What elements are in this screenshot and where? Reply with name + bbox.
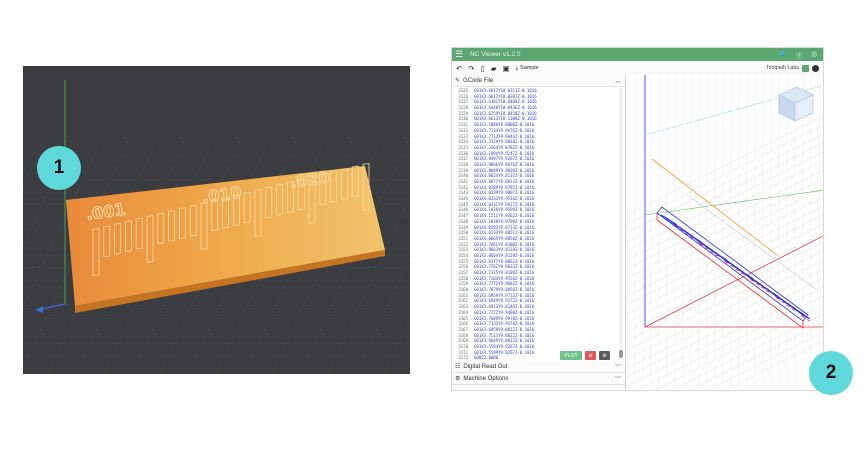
brand-logo-icon <box>802 64 809 72</box>
code-lines[interactable]: G01X3.6617Y10.0313Z-0.1016 G01X3.6613Y10.… <box>470 87 625 361</box>
machine-panel-title: Machine Options <box>463 375 509 382</box>
plot-button[interactable]: PLOT <box>560 351 582 360</box>
cut-segment <box>806 319 811 322</box>
twitter-icon[interactable]: 🐦 <box>779 50 787 60</box>
dro-panel-header[interactable]: ☷ Digital Read Out ﹀ <box>452 361 625 373</box>
grid-line <box>627 268 823 369</box>
left-3d-render: .001 .010 .020 <box>23 66 410 374</box>
grid-line <box>627 178 823 279</box>
redo-icon[interactable]: ↷ <box>468 64 474 73</box>
sample-label: Sample <box>520 65 539 71</box>
x-axis-line <box>644 235 823 328</box>
settings-button[interactable]: ⚙ <box>599 351 610 360</box>
gear-icon: ⚙ <box>455 376 461 382</box>
save-icon[interactable]: ▣ <box>503 64 510 73</box>
grid-line <box>672 313 823 390</box>
grid-line <box>725 340 823 390</box>
grid-line <box>627 241 823 342</box>
rapid-move-line <box>651 158 778 256</box>
toolpath-tick <box>798 311 811 320</box>
grid-line <box>689 322 823 390</box>
app-topbar: ☰ NC Viewer v1.2.0 🐦 ⓕ ◎ <box>452 48 823 61</box>
edit-icon: ✎ <box>455 78 461 84</box>
grid-line <box>627 196 823 297</box>
chevron-up-icon[interactable]: ︿ <box>615 76 621 85</box>
grid-line <box>627 187 823 288</box>
gcode-panel-header[interactable]: ✎ GCode File ︿ <box>452 75 625 87</box>
list-icon: ☷ <box>455 364 461 370</box>
side-panel: ✎ GCode File ︿ 3125 3126 3127 3128 3129 3130 3… <box>452 75 626 390</box>
grid-line <box>627 286 823 387</box>
undo-icon[interactable]: ↶ <box>456 64 462 73</box>
nc-viewer-app: ☰ NC Viewer v1.2.0 🐦 ⓕ ◎ ↶ ↷ ▯ ▰ ▣ ⤓ Sam… <box>451 47 824 391</box>
facebook-icon[interactable]: ⓕ <box>796 50 803 60</box>
sample-button[interactable]: ⤓ Sample <box>516 65 539 72</box>
download-icon: ⤓ <box>515 64 519 71</box>
step-badge-1: 1 <box>37 146 81 190</box>
gcode-panel-title: GCode File <box>463 77 494 84</box>
grid-line <box>627 124 823 225</box>
speedometer-icon[interactable] <box>812 64 819 72</box>
dro-panel-title: Digital Read Out <box>463 363 508 370</box>
brand-label: Toolpath Labs <box>766 65 799 71</box>
hamburger-menu-icon[interactable]: ☰ <box>452 48 466 61</box>
grid-line <box>707 331 823 390</box>
grid-line <box>627 133 823 234</box>
composite-figure: .001 .010 .020 1 ☰ NC Viewer v1.2.0 🐦 ⓕ … <box>0 0 865 456</box>
open-folder-icon[interactable]: ▰ <box>491 64 497 73</box>
3d-render-canvas: .001 .010 .020 <box>23 66 410 374</box>
app-title: NC Viewer v1.2.0 <box>470 51 521 58</box>
scrollbar[interactable] <box>619 88 623 360</box>
grid-line <box>627 151 823 252</box>
instagram-icon[interactable]: ◎ <box>811 50 817 60</box>
grid-line <box>627 160 823 261</box>
scrollbar-thumb[interactable] <box>619 350 623 358</box>
chevron-down-icon[interactable]: ﹀ <box>615 362 621 371</box>
toolpath-canvas[interactable] <box>627 75 824 391</box>
y-axis-line <box>644 189 823 216</box>
grid-line <box>627 250 823 351</box>
new-file-icon[interactable]: ▯ <box>481 64 485 73</box>
view-cube[interactable] <box>778 86 814 122</box>
grid-line <box>627 142 823 243</box>
travel-line <box>686 194 818 291</box>
plate-outline-cut <box>656 213 804 329</box>
line-number-gutter: 3125 3126 3127 3128 3129 3130 3131 3132 3133 3134… <box>452 87 470 361</box>
chevron-down-icon[interactable]: ﹀ <box>615 374 621 383</box>
step-badge-2: 2 <box>809 351 853 395</box>
grid-line <box>627 115 823 216</box>
grid-line <box>627 205 823 306</box>
viewport-grid <box>627 75 823 390</box>
machine-panel-header[interactable]: ⚙ Machine Options ﹀ <box>452 373 625 385</box>
app-toolbar: ↶ ↷ ▯ ▰ ▣ ⤓ Sample Toolpath Labs <box>452 61 823 75</box>
gcode-editor[interactable]: 3125 3126 3127 3128 3129 3130 3131 3132 3133 3134… <box>452 87 625 361</box>
grid-line <box>627 232 823 333</box>
stop-button[interactable]: ⊘ <box>585 351 596 360</box>
3d-viewport[interactable] <box>627 75 824 391</box>
